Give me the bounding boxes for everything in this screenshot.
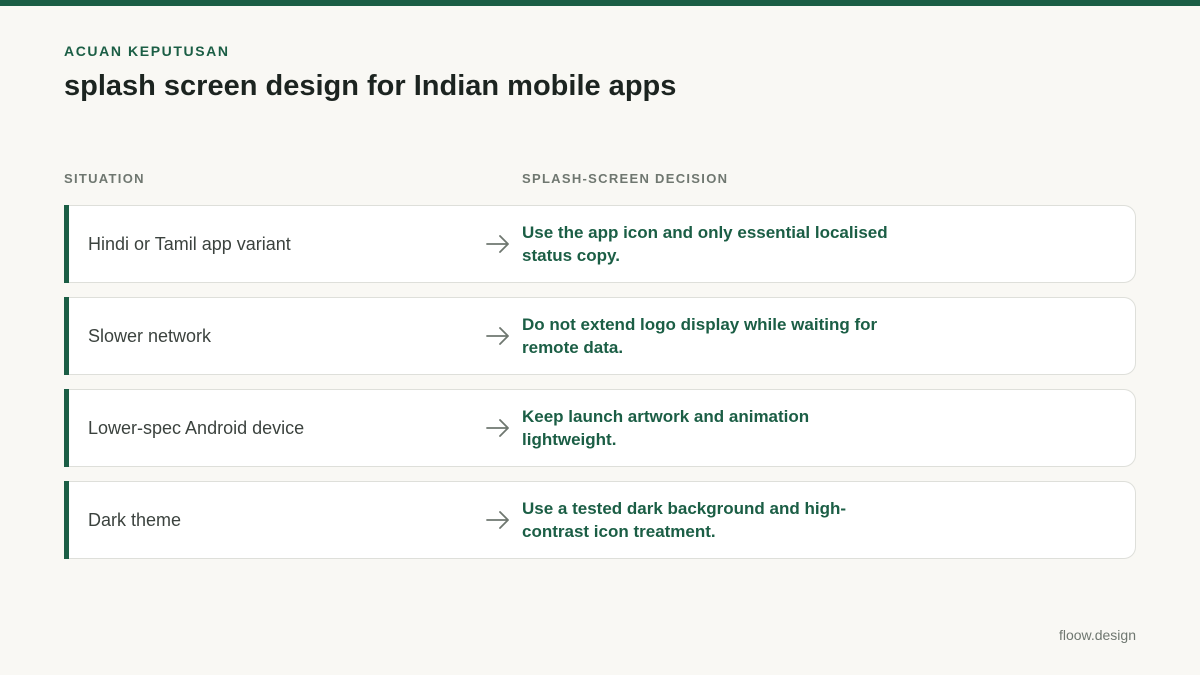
right-arrow-icon [486,511,509,529]
table-row: Lower-spec Android device Keep launch ar… [64,389,1136,467]
row-accent-bar [64,205,69,283]
page-title: splash screen design for Indian mobile a… [64,70,677,102]
table-row: Hindi or Tamil app variant Use the app i… [64,205,1136,283]
table-row: Dark theme Use a tested dark background … [64,481,1136,559]
decision-table: Hindi or Tamil app variant Use the app i… [64,205,1136,573]
column-header-situation: SITUATION [64,171,145,186]
row-accent-bar [64,481,69,559]
decision-text: Do not extend logo display while waiting… [522,315,878,357]
top-accent-bar [0,0,1200,6]
situation-text: Slower network [88,325,212,346]
decision-text: Use a tested dark background and high-co… [522,499,847,541]
right-arrow-icon [486,327,509,345]
right-arrow-icon [486,235,509,253]
footer-brand: floow.design [1058,627,1136,643]
decision-text: Keep launch artwork and animation lightw… [522,407,810,449]
decision-text: Use the app icon and only essential loca… [522,223,888,265]
situation-text: Hindi or Tamil app variant [88,233,291,254]
eyebrow-label: ACUAN KEPUTUSAN [64,43,230,59]
right-arrow-icon [486,419,509,437]
column-header-decision: SPLASH-SCREEN DECISION [522,171,729,186]
row-accent-bar [64,297,69,375]
situation-text: Lower-spec Android device [88,417,305,438]
situation-text: Dark theme [88,509,182,530]
row-accent-bar [64,389,69,467]
table-row: Slower network Do not extend logo displa… [64,297,1136,375]
